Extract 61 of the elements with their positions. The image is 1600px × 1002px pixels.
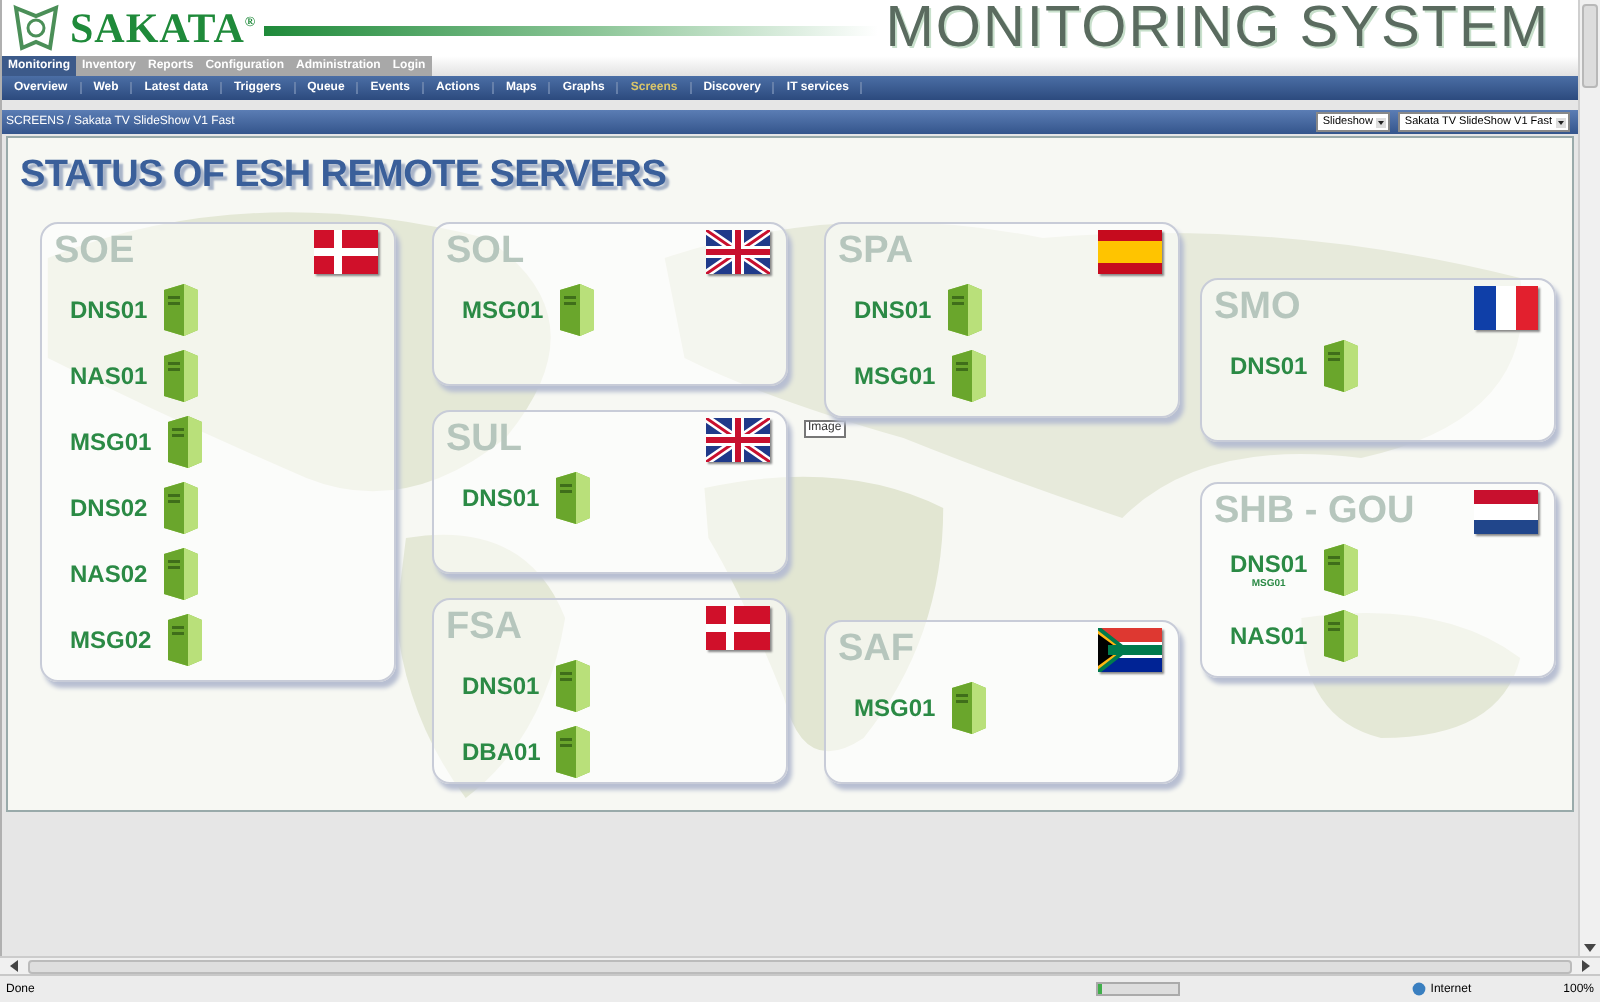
vertical-scrollbar[interactable] [1578,0,1600,956]
right-arrow-icon[interactable] [1578,958,1594,974]
down-arrow-icon[interactable] [1582,940,1598,956]
server-name: DNS01 [70,296,148,324]
app-title: MONITORING SYSTEM [885,0,1552,61]
group-name: SUL [446,418,522,462]
server-name: DNS01 [462,672,540,700]
server-icon [1319,608,1360,664]
server-icon [163,414,204,470]
group-name: SMO [1214,286,1301,330]
server-icon [159,348,200,404]
server-name: DBA01 [462,738,541,766]
group-name: SPA [838,230,914,274]
flag-icon [706,418,770,462]
server-icon [163,612,204,668]
server-name: NAS02 [70,560,148,588]
server-name: DNS01 [1230,550,1308,578]
server-name: DNS02 [70,494,148,522]
server-name: MSG01 [854,694,936,722]
scroll-thumb[interactable] [1582,4,1598,88]
server-name: MSG01 [70,428,152,456]
group-name: SAF [838,628,914,672]
left-arrow-icon[interactable] [6,958,22,974]
server-name: DNS01 [1230,352,1308,380]
server-name: DNS01 [462,484,540,512]
server-icon [551,470,592,526]
server-icon [551,658,592,714]
server-icon [943,282,984,338]
caret-icon [1376,117,1387,127]
flag-icon [706,606,770,650]
server-icon [1319,338,1360,394]
flag-icon [314,230,378,274]
server-icon [552,724,593,780]
server-icon [159,282,200,338]
group-name: SOL [446,230,525,274]
server-name: NAS01 [70,362,148,390]
flag-icon [1474,286,1538,330]
server-icon [947,348,988,404]
flag-icon [1474,490,1538,534]
caret-icon [1556,117,1566,127]
group-name: FSA [446,606,522,650]
server-name: MSG01 [854,362,936,390]
screen-title: STATUS OF ESH REMOTE SERVERS [20,154,669,198]
server-name: DNS01 [854,296,932,324]
server-name: NAS01 [1230,622,1308,650]
flag-icon [1098,230,1162,274]
group-name: SOE [54,230,135,274]
horizontal-scrollbar[interactable] [0,956,1600,974]
logo-text: SAKATA$^{®}$ [70,3,257,53]
globe-icon [1412,982,1427,996]
server-icon [1319,542,1360,598]
scroll-thumb[interactable] [28,959,1572,973]
flag-icon [1098,628,1162,672]
flag-icon [706,230,770,274]
server-icon [555,282,596,338]
group-name: SHB - GOU [1214,490,1415,534]
server-name: MSG02 [70,626,152,654]
server-icon [159,480,200,536]
server-icon [947,680,988,736]
server-name: MSG01 [462,296,544,324]
server-icon [159,546,200,602]
